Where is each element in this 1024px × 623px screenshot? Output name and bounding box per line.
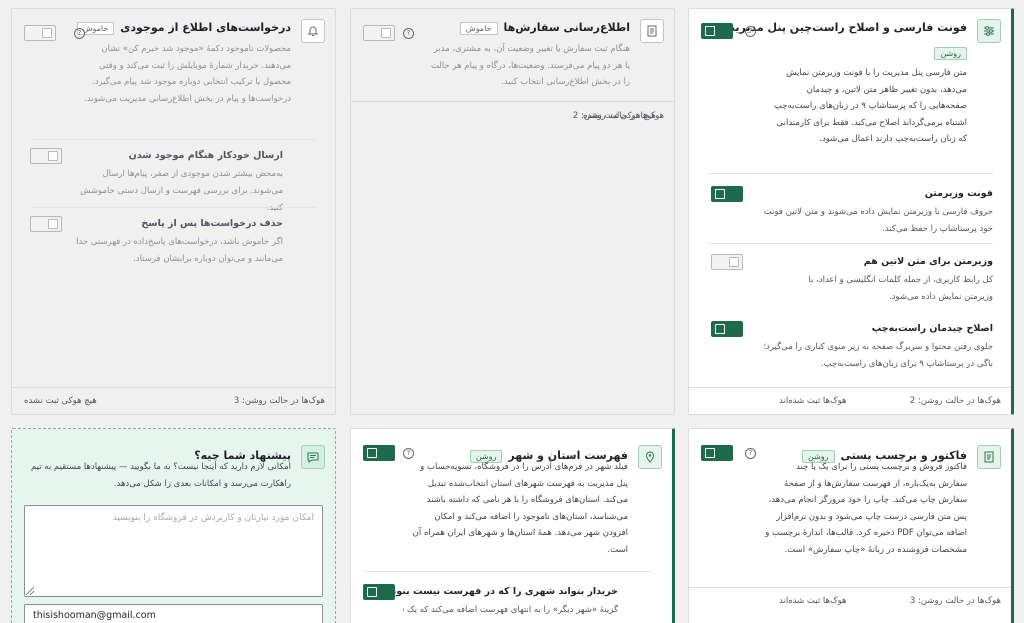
setting-title: خریدار بتواند شهری را که در فهرست نیست ب… — [377, 586, 618, 597]
hooks-active-count: هوک‌ها در حالت روشن: 2 — [909, 396, 1001, 406]
setting-title: حذف درخواست‌ها پس از پاسخ — [141, 218, 283, 229]
email-field[interactable]: thisishooman@gmail.com — [24, 604, 323, 623]
resize-handle[interactable] — [26, 587, 34, 595]
hooks-status: هیچ هوکی ثبت نشده — [583, 111, 656, 121]
setting-toggle[interactable] — [363, 584, 395, 600]
card-description: متن فارسی پنل مدیریت را با فونت وزیرمتن … — [773, 68, 967, 144]
card-description: هنگام ثبت سفارش یا تغییر وضعیت آن، به مش… — [430, 44, 630, 87]
setting-row: حذف درخواست‌ها پس از پاسخ اگر خاموش باشد… — [30, 207, 317, 275]
card-description: فاکتور فروش و برچسب پستی را برای یک یا چ… — [765, 462, 967, 555]
setting-description: جلوی رفتن محتوا و سربرگ صفحه به زیر منوی… — [763, 342, 993, 369]
card-title: فونت فارسی و اصلاح راست‌چین پنل مدیریت — [723, 21, 967, 34]
feature-card-province-city: فهرست استان و شهرروشن ? فیلد شهر در فرم‌… — [350, 428, 675, 623]
hooks-status: هوک‌ها ثبت شده‌اند — [779, 596, 847, 606]
setting-title: وزیرمتن برای متن لاتین هم — [863, 256, 993, 267]
setting-description: کل رابط کاربری، از جمله کلمات انگلیسی و … — [808, 275, 993, 302]
feature-card-stock-alerts: درخواست‌های اطلاع از موجودیخاموش ? محصول… — [11, 8, 336, 415]
help-icon[interactable]: ? — [403, 448, 414, 459]
status-badge: روشن — [934, 47, 967, 60]
setting-title: ارسال خودکار هنگام موجود شدن — [128, 150, 283, 161]
setting-row: اصلاح چیدمان راست‌به‌چپ جلوی رفتن محتوا … — [707, 311, 993, 383]
help-icon[interactable]: ? — [403, 28, 414, 39]
setting-title: فونت وزیرمتن — [924, 188, 993, 199]
help-icon[interactable]: ? — [745, 448, 756, 459]
feature-card-order-notifications: اطلاع‌رسانی سفارش‌ها خاموش ? هنگام ثبت سف… — [350, 8, 675, 415]
setting-title: اصلاح چیدمان راست‌به‌چپ — [871, 323, 993, 334]
card-title-wrap: اطلاع‌رسانی سفارش‌ها خاموش — [459, 21, 631, 35]
setting-description: گزینهٔ «شهر دیگر» را به انتهای فهرست اضا… — [403, 605, 618, 615]
suggestion-card: پیشنهاد شما چیه؟ امکانی لازم دارید که ای… — [11, 428, 336, 623]
map-pin-icon — [638, 445, 662, 469]
document-icon — [640, 19, 664, 43]
module-toggle[interactable] — [363, 25, 395, 41]
setting-description: حروف فارسی با وزیرمتن نمایش داده می‌شوند… — [763, 207, 993, 234]
card-title: اطلاع‌رسانی سفارش‌ها — [503, 21, 631, 34]
setting-toggle[interactable] — [30, 216, 62, 232]
module-toggle[interactable] — [701, 23, 733, 39]
divider — [351, 101, 674, 102]
setting-row: فونت وزیرمتن حروف فارسی با وزیرمتن نمایش… — [707, 173, 993, 243]
setting-toggle[interactable] — [30, 148, 62, 164]
card-description: فیلد شهر در فرم‌های آدرس را در فروشگاه، … — [412, 462, 628, 555]
card-description: محصولات ناموجود دکمهٔ «موجود شد خبرم کن»… — [84, 44, 291, 104]
suggestion-textarea[interactable]: امکان مورد نیازتان و کاربردش در فروشگاه … — [24, 505, 323, 597]
feature-card-invoice: فاکتور و برچسب پستیروشن ? فاکتور فروش و … — [688, 428, 1014, 623]
help-icon[interactable]: ? — [745, 26, 756, 37]
module-toggle[interactable] — [701, 445, 733, 461]
setting-toggle[interactable] — [711, 254, 743, 270]
setting-row: ارسال خودکار هنگام موجود شدن به‌محض بیشت… — [30, 139, 317, 213]
hooks-active-count: هوک‌ها در حالت روشن: 3 — [233, 396, 325, 406]
card-footer: هوک‌ها در حالت روشن: 3 هوک‌ها ثبت شده‌ان… — [689, 587, 1011, 613]
invoice-icon — [977, 445, 1001, 469]
chat-icon — [301, 445, 325, 469]
card-title-wrap: درخواست‌های اطلاع از موجودیخاموش — [76, 21, 291, 35]
hooks-status: هوک‌ها ثبت شده‌اند — [779, 396, 847, 406]
module-toggle[interactable] — [363, 445, 395, 461]
hooks-active-count: هوک‌ها در حالت روشن: 3 — [909, 596, 1001, 606]
card-title: درخواست‌های اطلاع از موجودی — [120, 21, 291, 34]
sliders-icon — [977, 19, 1001, 43]
card-footer: هوک‌ها در حالت روشن: 3 هیچ هوکی ثبت نشده — [12, 387, 335, 413]
bell-icon — [301, 19, 325, 43]
module-toggle[interactable] — [24, 25, 56, 41]
card-footer: هوک‌ها در حالت روشن: 2 هوک‌ها ثبت شده‌ان… — [689, 387, 1011, 413]
card-description: امکانی لازم دارید که اینجا نیست؟ به ما ب… — [31, 462, 291, 489]
help-icon[interactable]: ? — [74, 28, 85, 39]
status-badge: خاموش — [459, 21, 498, 35]
setting-row: خریدار بتواند شهری را که در فهرست نیست ب… — [363, 571, 652, 623]
hooks-status: هیچ هوکی ثبت نشده — [24, 396, 97, 406]
setting-toggle[interactable] — [711, 321, 743, 337]
feature-card-persian-font: فونت فارسی و اصلاح راست‌چین پنل مدیریت ر… — [688, 8, 1014, 415]
setting-toggle[interactable] — [711, 186, 743, 202]
setting-description: اگر خاموش باشد، درخواست‌های پاسخ‌داده در… — [76, 237, 283, 264]
setting-row: وزیرمتن برای متن لاتین هم کل رابط کاربری… — [707, 243, 993, 317]
